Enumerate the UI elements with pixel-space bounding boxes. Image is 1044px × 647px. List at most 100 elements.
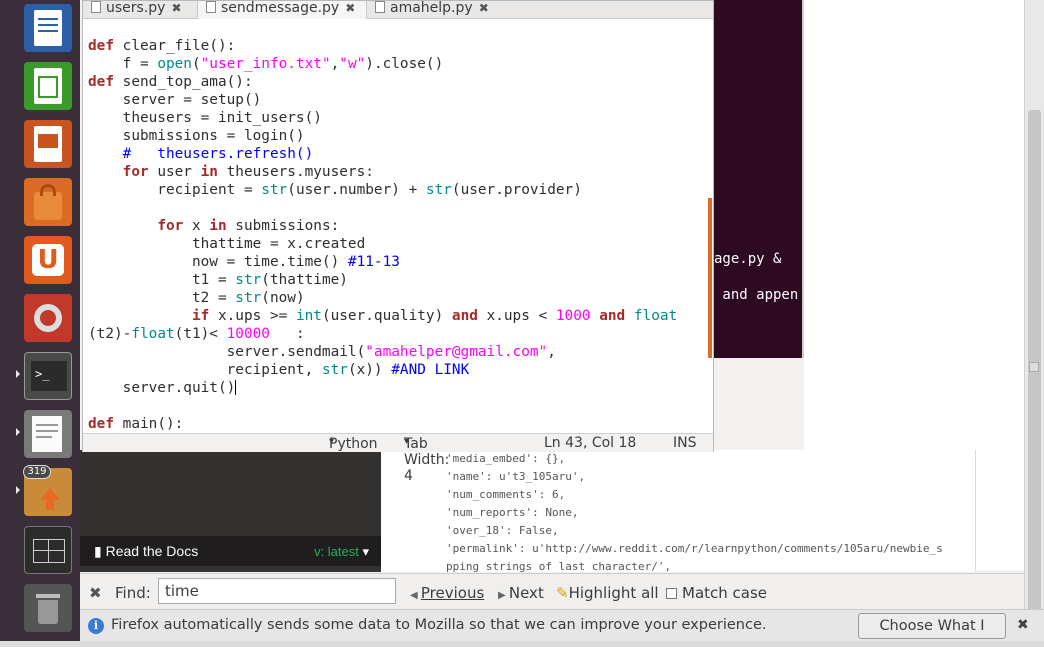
code-line: for x in submissions: bbox=[157, 218, 340, 234]
trash-icon[interactable] bbox=[21, 581, 75, 635]
code-line: if x.ups >= int(user.quality) and x.ups … bbox=[191, 308, 678, 324]
data-notification-bar: i Firefox automatically sends some data … bbox=[80, 609, 1044, 647]
highlighter-icon: ✎ bbox=[556, 584, 569, 602]
docs-sidebar: ▮ Read the Docs v: latest ▾ bbox=[80, 450, 381, 572]
close-tab-icon[interactable]: ✖ bbox=[479, 1, 489, 16]
language-text: Python bbox=[329, 436, 378, 452]
code-line: f = open("user_info.txt","w").close() bbox=[88, 56, 444, 72]
choose-what-i-share-button[interactable]: Choose What I Share bbox=[858, 613, 1006, 647]
insert-mode: INS bbox=[673, 435, 697, 451]
find-label: Find: bbox=[115, 584, 151, 602]
close-tab-icon[interactable]: ✖ bbox=[345, 1, 355, 16]
arrow-left-icon: ◀ bbox=[410, 590, 421, 601]
code-line: recipient = str(user.number) + str(user.… bbox=[88, 182, 582, 198]
book-icon: ▮ bbox=[94, 543, 106, 559]
close-tab-icon[interactable]: ✖ bbox=[171, 1, 181, 16]
json-line: 'media_embed': {}, bbox=[446, 452, 566, 465]
info-icon: i bbox=[88, 618, 104, 634]
tab-sendmessage-py[interactable]: sendmessage.py ✖ bbox=[197, 1, 367, 19]
code-line: # theusers.refresh() bbox=[122, 146, 314, 162]
running-indicator bbox=[16, 428, 20, 436]
previous-label: Previous bbox=[420, 584, 485, 602]
writer-icon[interactable] bbox=[21, 1, 75, 55]
json-line: 'num_comments': 6, bbox=[446, 488, 566, 501]
text-editor-window[interactable]: users.py ✖ sendmessage.py ✖ amahelp.py ✖ de… bbox=[82, 0, 714, 484]
file-icon bbox=[91, 1, 101, 13]
code-line: def send_top_ama(): bbox=[88, 74, 253, 90]
code-line: t2 = str(now) bbox=[88, 290, 305, 306]
caret-down-icon: ▾ bbox=[404, 436, 410, 447]
version-text: v: latest bbox=[314, 544, 359, 559]
tab-label: sendmessage.py bbox=[221, 0, 340, 16]
rtd-label-text: Read the Docs bbox=[105, 543, 199, 559]
software-center-icon[interactable] bbox=[21, 175, 75, 229]
code-line: (t2)-float(t1)< 10000 : bbox=[88, 326, 305, 342]
page-scrollbar[interactable] bbox=[1024, 0, 1044, 620]
tab-users-py[interactable]: users.py ✖ bbox=[83, 1, 197, 19]
caret-down-icon: ▾ bbox=[358, 544, 369, 559]
version-selector[interactable]: v: latest ▾ bbox=[314, 544, 369, 560]
code-line: theusers = init_users() bbox=[88, 110, 322, 126]
running-indicator bbox=[16, 370, 20, 378]
workspace-switcher-icon[interactable] bbox=[21, 523, 75, 577]
next-label: Next bbox=[508, 584, 544, 602]
file-icon bbox=[206, 1, 216, 13]
code-editor[interactable]: def clear_file(): f = open("user_info.tx… bbox=[88, 37, 708, 431]
json-line: 'name': u't3_105aru', bbox=[446, 470, 586, 483]
close-notification-icon[interactable]: ✖ bbox=[1017, 617, 1029, 633]
match-case-checkbox[interactable]: Match case bbox=[666, 584, 767, 602]
find-input[interactable] bbox=[158, 578, 396, 604]
read-the-docs-link[interactable]: ▮ Read the Docs bbox=[94, 543, 198, 560]
code-line: server = setup() bbox=[88, 92, 262, 108]
text-cursor bbox=[235, 380, 237, 395]
code-line: recipient, str(x)) #AND LINK bbox=[88, 362, 470, 378]
text-editor-icon[interactable] bbox=[21, 407, 75, 461]
cursor-position: Ln 43, Col 18 bbox=[544, 435, 637, 451]
json-line: pping strings of last character/', bbox=[446, 560, 672, 572]
find-previous-button[interactable]: ◀ Previous bbox=[410, 584, 484, 602]
json-line: 'permalink': u'http://www.reddit.com/r/l… bbox=[446, 542, 943, 555]
editor-statusbar: Python ▾ Tab Width: 4 ▾ Ln 43, Col 18 IN… bbox=[83, 433, 713, 484]
json-line: 'over_18': False, bbox=[446, 524, 559, 537]
terminal-icon[interactable]: >_ bbox=[21, 349, 75, 403]
terminal-line: age.py & bbox=[714, 251, 782, 267]
code-line: submissions = login() bbox=[88, 128, 305, 144]
code-line: for user in theusers.myusers: bbox=[122, 164, 374, 180]
code-line: t1 = str(thattime) bbox=[88, 272, 348, 288]
running-indicator bbox=[16, 486, 20, 494]
tab-label: users.py bbox=[106, 0, 166, 16]
close-find-icon[interactable]: ✖ bbox=[89, 584, 102, 602]
code-line: thattime = x.created bbox=[88, 236, 366, 252]
code-line: def clear_file(): bbox=[88, 38, 236, 54]
highlight-all-label: Highlight all bbox=[568, 584, 659, 602]
tab-width-text: Tab Width: 4 bbox=[404, 436, 450, 484]
code-line: def main(): bbox=[88, 416, 184, 431]
calc-icon[interactable] bbox=[21, 59, 75, 113]
scrollbar-grip bbox=[1029, 362, 1039, 372]
code-line: server.sendmail("amahelper@gmail.com", bbox=[88, 344, 556, 360]
highlight-all-button[interactable]: ✎Highlight all bbox=[556, 584, 659, 602]
tab-bar: users.py ✖ sendmessage.py ✖ amahelp.py ✖ bbox=[83, 1, 713, 19]
tab-label: amahelp.py bbox=[390, 0, 473, 16]
file-icon bbox=[375, 1, 385, 13]
checkbox-icon bbox=[666, 588, 677, 599]
find-next-button[interactable]: ▶ Next bbox=[498, 584, 544, 602]
find-bar: ✖ Find: ◀ Previous ▶ Next ✎Highlight all… bbox=[80, 573, 1024, 609]
rtd-version-bar[interactable]: ▮ Read the Docs v: latest ▾ bbox=[80, 536, 381, 566]
code-line: now = time.time() #11-13 bbox=[88, 254, 400, 270]
terminal-window[interactable]: age.py & and appen bbox=[700, 0, 804, 358]
update-count-badge: 319 bbox=[23, 465, 51, 479]
tab-amahelp-py[interactable]: amahelp.py ✖ bbox=[367, 1, 497, 19]
system-settings-icon[interactable] bbox=[21, 291, 75, 345]
window-bottom-edge bbox=[0, 641, 1044, 647]
json-output: 'media_embed': {}, 'name': u't3_105aru',… bbox=[381, 450, 976, 572]
unity-launcher: U >_ 319 bbox=[0, 0, 80, 647]
terminal-line: and appen bbox=[714, 287, 799, 303]
json-line: 'num_reports': None, bbox=[446, 506, 579, 519]
ubuntu-one-icon[interactable]: U bbox=[21, 233, 75, 287]
notification-text: Firefox automatically sends some data to… bbox=[111, 617, 767, 633]
impress-icon[interactable] bbox=[21, 117, 75, 171]
arrow-right-icon: ▶ bbox=[498, 590, 509, 601]
